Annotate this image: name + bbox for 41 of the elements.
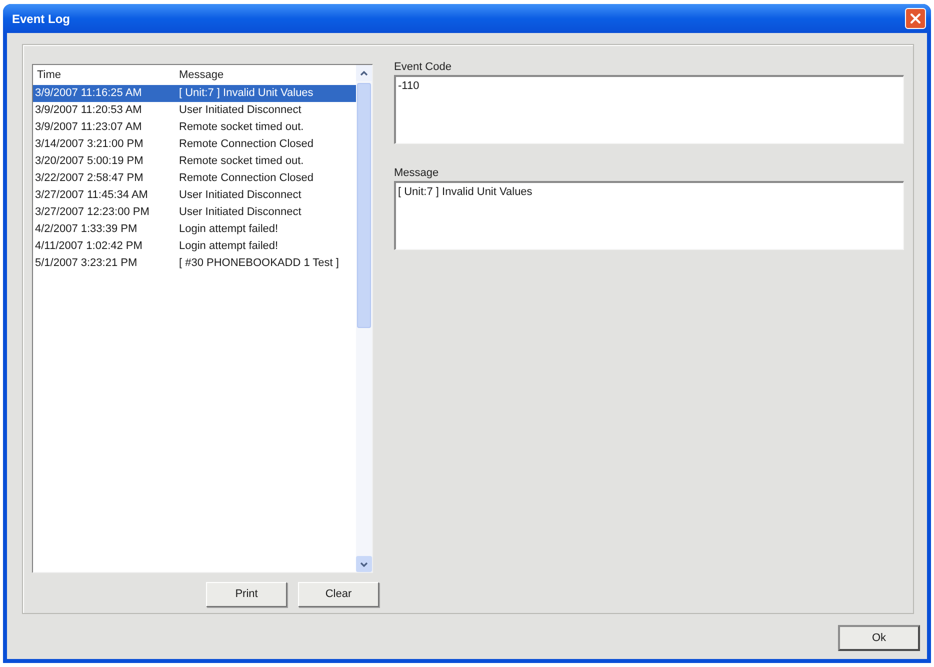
time-cell-text: 4/2/2007 1:33:39 PM [34, 223, 138, 236]
scroll-down-button[interactable] [356, 556, 372, 572]
window-title: Event Log [12, 12, 70, 26]
scrollbar-track[interactable] [356, 65, 372, 572]
list-action-button[interactable]: Clear [298, 582, 379, 607]
field-label: Event Code [394, 61, 452, 74]
list-action-button[interactable]: Print [206, 582, 287, 607]
message-cell-text: User Initiated Disconnect [179, 104, 302, 117]
event-row[interactable]: 3/9/2007 11:16:25 AM [ Unit:7 ] Invalid Unit Values [33, 85, 356, 102]
close-icon [910, 13, 921, 24]
column-header[interactable]: Message [179, 68, 356, 82]
time-cell-text: 3/22/2007 2:58:47 PM [34, 172, 144, 185]
ok-button[interactable]: Ok [838, 625, 920, 651]
chevron-up-icon [360, 70, 368, 76]
time-cell-text: 3/14/2007 3:21:00 PM [34, 138, 144, 151]
message-cell-text: Login attempt failed! [179, 223, 280, 236]
message-cell-text: Remote Connection Closed [179, 172, 315, 185]
field-label: Message [394, 167, 439, 180]
scroll-up-button[interactable] [356, 65, 372, 81]
event-code-field[interactable]: -110 [394, 75, 904, 144]
time-cell-text: 5/1/2007 3:23:21 PM [34, 257, 138, 270]
message-cell-text: Login attempt failed! [179, 240, 280, 253]
close-button[interactable] [905, 8, 926, 29]
time-cell-text: 3/20/2007 5:00:19 PM [34, 155, 144, 168]
message-cell-text: User Initiated Disconnect [179, 206, 302, 219]
message-cell-text: Remote socket timed out. [179, 121, 305, 134]
message-field[interactable]: [ Unit:7 ] Invalid Unit Values [394, 181, 904, 250]
time-cell-text: 3/27/2007 11:45:34 AM [34, 189, 149, 202]
message-cell-text: Remote socket timed out. [179, 155, 305, 168]
column-header[interactable]: Time [33, 68, 179, 82]
chevron-down-icon [360, 562, 368, 566]
scrollbar-thumb[interactable] [357, 83, 371, 328]
time-cell-text: 3/9/2007 11:20:53 AM [34, 104, 143, 117]
time-cell-text: 3/27/2007 12:23:00 PM [34, 206, 150, 219]
time-cell-text: 3/9/2007 11:23:07 AM [34, 121, 143, 134]
message-cell-text: User Initiated Disconnect [179, 189, 302, 202]
time-cell-text: 4/11/2007 1:02:42 PM [34, 240, 144, 253]
message-cell-text: [ #30 PHONEBOOKADD 1 Test ] [179, 257, 340, 270]
message-cell-text: [ Unit:7 ] Invalid Unit Values [179, 87, 314, 100]
time-cell-text: 3/9/2007 11:16:25 AM [34, 87, 143, 100]
message-cell-text: Remote Connection Closed [179, 138, 315, 151]
